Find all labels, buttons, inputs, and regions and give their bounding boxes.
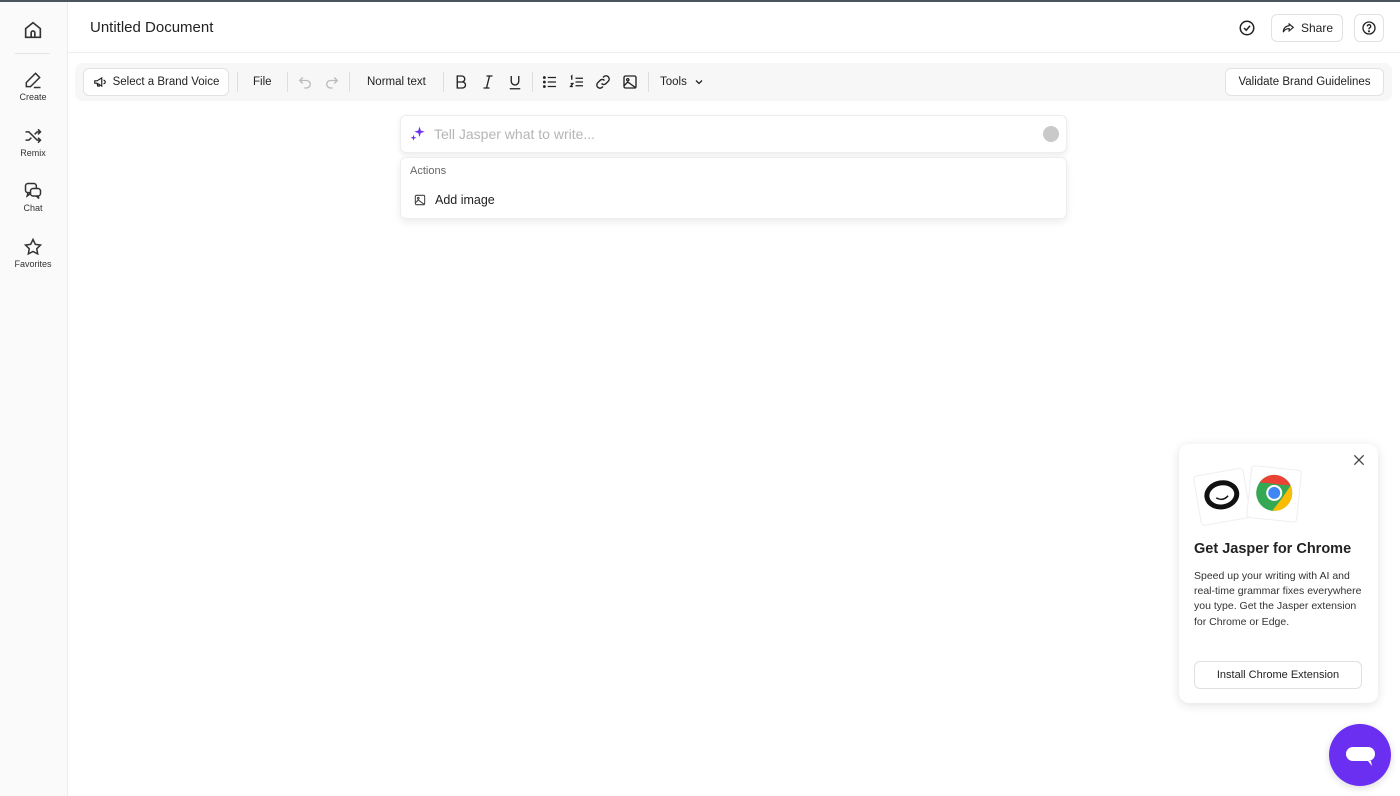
check-circle-icon[interactable] — [1238, 19, 1256, 37]
validate-brand-guidelines-button[interactable]: Validate Brand Guidelines — [1225, 68, 1384, 96]
redo-icon[interactable] — [323, 73, 341, 91]
italic-icon[interactable] — [479, 73, 497, 91]
toolbar-divider — [349, 72, 350, 92]
toolbar-divider — [648, 72, 649, 92]
jasper-logo-icon — [1193, 467, 1252, 526]
prompt-input[interactable] — [434, 116, 1024, 152]
toolbar-divider — [443, 72, 444, 92]
link-icon[interactable] — [594, 73, 612, 91]
sidebar-item-label: Favorites — [14, 259, 52, 269]
close-icon[interactable] — [1351, 452, 1367, 468]
undo-icon[interactable] — [296, 73, 314, 91]
sidebar-item-label: Chat — [23, 203, 43, 213]
brand-voice-label: Select a Brand Voice — [112, 76, 220, 88]
chat-icon — [24, 182, 42, 200]
help-button[interactable] — [1354, 14, 1384, 42]
underline-icon[interactable] — [506, 73, 524, 91]
support-chat-button[interactable] — [1329, 724, 1391, 786]
promo-title: Get Jasper for Chrome — [1194, 541, 1352, 557]
share-icon — [1282, 22, 1295, 33]
home-icon[interactable] — [22, 19, 44, 41]
shuffle-icon — [25, 128, 42, 144]
share-button[interactable]: Share — [1271, 14, 1343, 42]
chat-bubble-icon — [1346, 747, 1375, 766]
megaphone-icon — [93, 76, 106, 88]
toolbar-divider — [237, 72, 238, 92]
sidebar-item-remix[interactable]: Remix — [0, 126, 66, 158]
help-icon — [1362, 21, 1376, 35]
chrome-logo-icon — [1246, 465, 1302, 523]
toolbar-divider — [287, 72, 288, 92]
star-icon — [23, 237, 43, 256]
add-image-label: Add image — [435, 193, 495, 207]
sidebar-item-label: Remix — [20, 148, 46, 158]
send-button[interactable] — [1043, 126, 1059, 142]
sidebar-item-label: Create — [19, 92, 47, 102]
editor-toolbar: Select a Brand Voice File Normal text To… — [75, 63, 1392, 101]
install-chrome-extension-button[interactable]: Install Chrome Extension — [1194, 661, 1362, 689]
select-brand-voice-button[interactable]: Select a Brand Voice — [83, 68, 229, 96]
jasper-chrome-logos — [1193, 465, 1302, 526]
image-icon[interactable] — [621, 73, 639, 91]
sidebar-item-create[interactable]: Create — [0, 70, 66, 102]
tools-label: Tools — [660, 76, 687, 88]
sidebar-item-chat[interactable]: Chat — [0, 181, 66, 213]
toolbar-divider — [532, 72, 533, 92]
share-label: Share — [1300, 21, 1334, 35]
chevron-down-icon — [695, 80, 703, 85]
chrome-extension-promo: Get Jasper for Chrome Speed up your writ… — [1179, 444, 1378, 703]
document-header: Untitled Document Share — [68, 2, 1400, 53]
actions-menu: Actions Add image — [400, 157, 1067, 219]
numbered-list-icon[interactable] — [568, 73, 586, 91]
bold-icon[interactable] — [452, 73, 470, 91]
promo-body: Speed up your writing with AI and real-t… — [1194, 570, 1362, 628]
document-title[interactable]: Untitled Document — [90, 19, 213, 36]
sparkle-icon — [410, 126, 425, 141]
sidebar-item-favorites[interactable]: Favorites — [0, 237, 66, 269]
image-icon — [414, 194, 426, 206]
add-image-action[interactable]: Add image — [405, 188, 1063, 212]
sidebar: Create Remix Chat Favorites — [0, 2, 68, 796]
pen-icon — [25, 72, 41, 89]
jasper-prompt-box — [400, 115, 1067, 153]
bullet-list-icon[interactable] — [541, 73, 559, 91]
file-menu[interactable]: File — [253, 63, 272, 101]
actions-heading: Actions — [410, 165, 447, 177]
tools-dropdown[interactable]: Tools — [660, 63, 705, 101]
sidebar-divider — [15, 53, 50, 54]
text-style-dropdown[interactable]: Normal text — [367, 63, 426, 101]
